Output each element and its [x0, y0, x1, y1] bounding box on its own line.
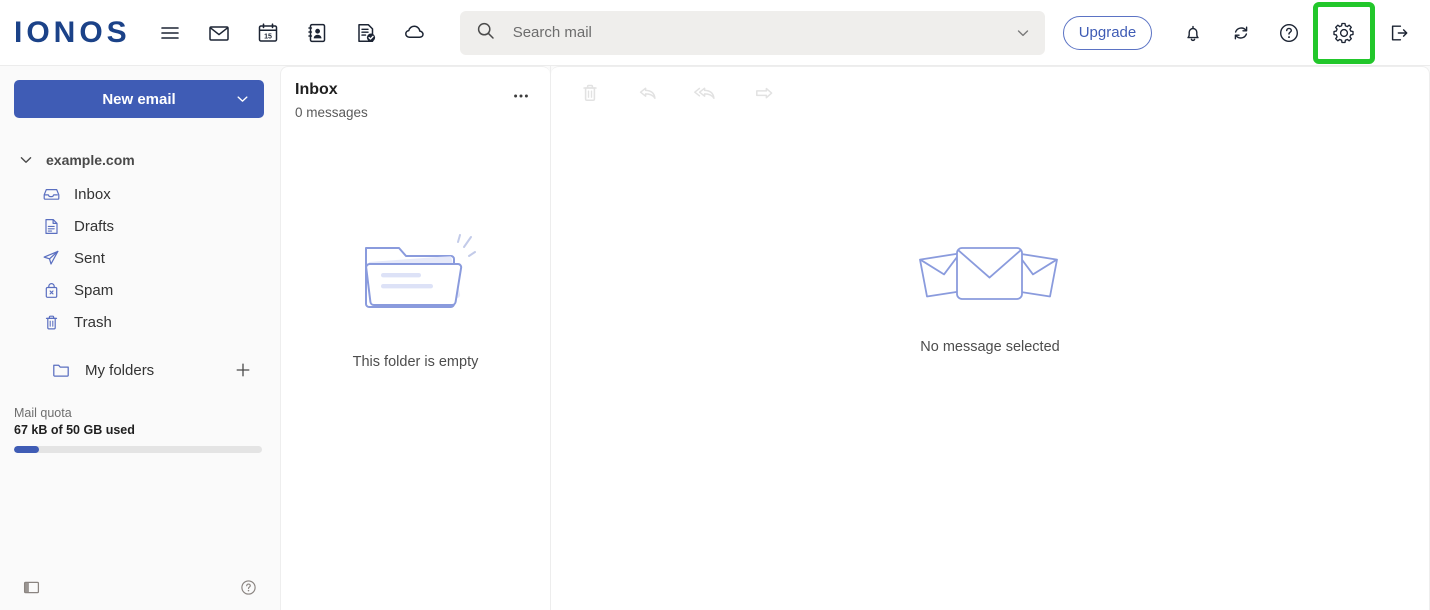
search-box[interactable]	[459, 10, 1045, 55]
new-email-label: New email	[102, 90, 176, 108]
reading-pane: No message selected	[551, 66, 1430, 610]
tasks-icon[interactable]	[343, 10, 389, 56]
empty-folder-state: This folder is empty	[281, 120, 550, 610]
reply-all-icon	[689, 76, 723, 110]
message-count: 0 messages	[295, 105, 368, 120]
cloud-icon[interactable]	[392, 10, 438, 56]
more-options-icon[interactable]	[508, 83, 534, 109]
app-body: New email example.com Inbox Drafts Sent …	[0, 66, 1430, 610]
page-title: Inbox	[295, 81, 338, 98]
settings-button-highlight	[1313, 1, 1376, 64]
reading-toolbar	[551, 67, 1429, 119]
mail-quota: Mail quota 67 kB of 50 GB used	[14, 406, 262, 453]
no-message-illustration-icon	[914, 244, 1066, 311]
folder-icon	[50, 360, 72, 380]
quota-value: 67 kB of 50 GB used	[14, 423, 135, 437]
sidebar-item-my-folders[interactable]: My folders	[0, 354, 280, 386]
header-actions: Upgrade	[1062, 1, 1430, 64]
my-folders-label: My folders	[85, 361, 155, 379]
help-circle-icon[interactable]	[239, 578, 258, 597]
new-email-button[interactable]: New email	[14, 80, 264, 118]
account-name: example.com	[46, 152, 135, 168]
search-area	[459, 10, 1045, 55]
search-input[interactable]	[510, 23, 1007, 42]
account-chevron-down-icon[interactable]	[18, 152, 34, 168]
sidebar-item-label: Trash	[74, 313, 112, 331]
add-folder-icon[interactable]	[234, 361, 252, 379]
calendar-day-number: 15	[264, 33, 272, 40]
trash-icon	[40, 313, 62, 332]
no-message-state: No message selected	[551, 119, 1429, 610]
app-header: IONOS 15 Search mail Upgrade	[0, 0, 1430, 66]
sidebar: New email example.com Inbox Drafts Sent …	[0, 66, 280, 610]
message-list-header: Inbox 0 messages	[281, 67, 550, 120]
help-icon[interactable]	[1266, 10, 1312, 56]
sidebar-item-trash[interactable]: Trash	[0, 306, 280, 338]
bell-icon[interactable]	[1170, 10, 1216, 56]
account-example-com[interactable]: example.com	[18, 148, 280, 172]
hamburger-menu-icon[interactable]	[147, 10, 193, 56]
sidebar-item-label: Spam	[74, 281, 114, 299]
header-nav-icons: 15	[147, 10, 438, 56]
ionos-logo[interactable]: IONOS	[14, 15, 131, 49]
folder-list: Inbox Drafts Sent Spam Trash	[0, 178, 280, 338]
quota-progress-fill	[14, 446, 39, 453]
gear-icon[interactable]	[1321, 10, 1367, 56]
upgrade-button[interactable]: Upgrade	[1062, 15, 1153, 50]
message-list-panel: Inbox 0 messages This folder is empty	[280, 66, 550, 610]
drafts-icon	[40, 217, 62, 236]
quota-label: Mail quota	[14, 406, 72, 420]
sidebar-footer	[0, 564, 280, 610]
empty-folder-text: This folder is empty	[352, 353, 479, 370]
spam-icon	[40, 281, 62, 300]
sidebar-item-inbox[interactable]: Inbox	[0, 178, 280, 210]
new-email-chevron-down-icon[interactable]	[235, 92, 250, 107]
refresh-icon[interactable]	[1218, 10, 1264, 56]
mail-icon[interactable]	[196, 10, 242, 56]
sidebar-item-spam[interactable]: Spam	[0, 274, 280, 306]
logout-icon[interactable]	[1376, 10, 1422, 56]
calendar-icon[interactable]: 15	[245, 10, 291, 56]
sidebar-item-sent[interactable]: Sent	[0, 242, 280, 274]
reply-icon	[631, 76, 665, 110]
search-chevron-down-icon[interactable]	[1015, 25, 1031, 41]
no-message-text: No message selected	[920, 339, 1060, 355]
sidebar-item-label: Drafts	[74, 217, 115, 235]
quota-progress-bar	[14, 446, 262, 453]
inbox-icon	[40, 185, 62, 204]
sidebar-item-label: Sent	[74, 249, 105, 267]
forward-icon	[747, 76, 781, 110]
sent-icon	[40, 248, 62, 268]
toggle-panel-icon[interactable]	[22, 578, 41, 597]
empty-folder-illustration-icon	[356, 231, 476, 328]
sidebar-item-label: Inbox	[74, 185, 111, 203]
sidebar-item-drafts[interactable]: Drafts	[0, 210, 280, 242]
search-icon	[476, 21, 495, 45]
mail-app: IONOS 15 Search mail Upgrade New email e…	[0, 0, 1430, 610]
contacts-icon[interactable]	[294, 10, 340, 56]
logo-text: IONOS	[14, 15, 131, 49]
delete-icon	[573, 76, 607, 110]
